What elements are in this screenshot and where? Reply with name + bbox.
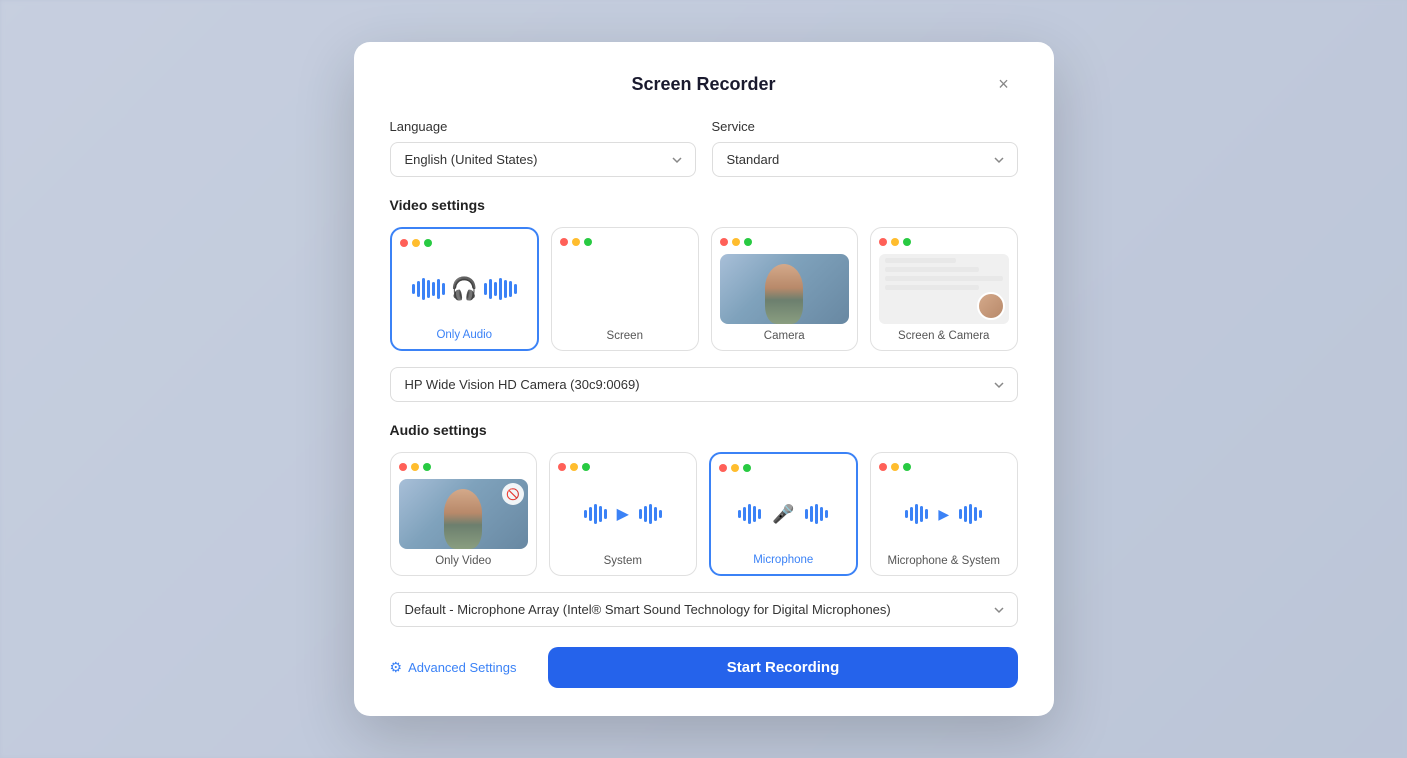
- waveform-sys-left: [584, 504, 607, 524]
- camera-preview: [720, 254, 850, 324]
- card-dots-1: [400, 239, 432, 247]
- play-icon: ▶: [617, 504, 629, 524]
- modal-title: Screen Recorder: [631, 74, 775, 95]
- card-dots-a2: [558, 463, 590, 471]
- service-label: Service: [712, 119, 1018, 134]
- microphone-device-select[interactable]: Default - Microphone Array (Intel® Smart…: [390, 592, 1018, 627]
- video-option-camera[interactable]: Camera: [711, 227, 859, 351]
- audio-mic-system-label: Microphone & System: [888, 555, 1001, 567]
- start-recording-button[interactable]: Start Recording: [548, 647, 1017, 688]
- modal-header: Screen Recorder ×: [390, 74, 1018, 95]
- card-dots-3: [720, 238, 752, 246]
- person-silhouette: [765, 264, 803, 324]
- microphone-select-group: Default - Microphone Array (Intel® Smart…: [390, 592, 1018, 627]
- audio-microphone-label: Microphone: [753, 554, 813, 566]
- dot-red: [400, 239, 408, 247]
- audio-option-only-video[interactable]: 🚫 Only Video: [390, 452, 538, 576]
- waveform-ms-left: [905, 504, 928, 524]
- card-dots-a1: [399, 463, 431, 471]
- mute-icon: 🚫: [502, 483, 524, 505]
- waveform-mic-left: [738, 504, 761, 524]
- card-dots-4: [879, 238, 911, 246]
- pip-circle: [977, 292, 1005, 320]
- card-dots-a3: [719, 464, 751, 472]
- system-audio-preview: ▶: [558, 479, 688, 549]
- audio-option-microphone-system[interactable]: ▶ Microphone & System: [870, 452, 1018, 576]
- video-option-screen[interactable]: Screen: [551, 227, 699, 351]
- gear-icon: ⚙: [390, 659, 403, 676]
- waveform-right: [484, 278, 517, 300]
- video-screen-camera-label: Screen & Camera: [898, 330, 989, 342]
- video-only-audio-label: Only Audio: [436, 329, 492, 341]
- language-label: Language: [390, 119, 696, 134]
- screen-camera-preview: [879, 254, 1009, 324]
- language-select[interactable]: English (United States): [390, 142, 696, 177]
- video-screen-label: Screen: [607, 330, 643, 342]
- card-dots-2: [560, 238, 592, 246]
- camera-select-group: HP Wide Vision HD Camera (30c9:0069): [390, 367, 1018, 402]
- language-group: Language English (United States): [390, 119, 696, 177]
- audio-option-microphone[interactable]: 🎤 Microphone: [709, 452, 859, 576]
- audio-only-preview: 🎧: [400, 255, 530, 323]
- camera-device-select[interactable]: HP Wide Vision HD Camera (30c9:0069): [390, 367, 1018, 402]
- headphone-icon: 🎧: [451, 276, 478, 302]
- camera-thumb: [720, 254, 850, 324]
- waveform-left: [412, 278, 445, 300]
- waveform-ms-right: [959, 504, 982, 524]
- microphone-icon: 🎤: [772, 504, 794, 525]
- video-options-grid: 🎧 Only Audio: [390, 227, 1018, 351]
- service-select[interactable]: Standard: [712, 142, 1018, 177]
- modal-dialog: Screen Recorder × Language English (Unit…: [354, 42, 1054, 716]
- service-group: Service Standard: [712, 119, 1018, 177]
- audio-options-grid: 🚫 Only Video ▶: [390, 452, 1018, 576]
- dot-yellow: [412, 239, 420, 247]
- card-dots-a4: [879, 463, 911, 471]
- video-camera-label: Camera: [764, 330, 805, 342]
- audio-settings-title: Audio settings: [390, 422, 1018, 438]
- play-icon-2: ▶: [938, 506, 949, 523]
- waveform-mic-right: [805, 504, 828, 524]
- modal-footer: ⚙ Advanced Settings Start Recording: [390, 647, 1018, 688]
- audio-only-video-label: Only Video: [435, 555, 491, 567]
- microphone-preview: 🎤: [719, 480, 849, 548]
- video-settings-title: Video settings: [390, 197, 1018, 213]
- mic-system-preview: ▶: [879, 479, 1009, 549]
- only-video-preview: 🚫: [399, 479, 529, 549]
- language-service-row: Language English (United States) Service…: [390, 119, 1018, 177]
- audio-option-system[interactable]: ▶ System: [549, 452, 697, 576]
- video-option-screen-camera[interactable]: Screen & Camera: [870, 227, 1018, 351]
- video-option-only-audio[interactable]: 🎧 Only Audio: [390, 227, 540, 351]
- advanced-settings-button[interactable]: ⚙ Advanced Settings: [390, 659, 517, 676]
- waveform-sys-right: [639, 504, 662, 524]
- close-button[interactable]: ×: [990, 71, 1018, 99]
- screen-preview: [560, 254, 690, 324]
- dot-green: [424, 239, 432, 247]
- advanced-settings-label: Advanced Settings: [408, 660, 516, 675]
- audio-system-label: System: [604, 555, 642, 567]
